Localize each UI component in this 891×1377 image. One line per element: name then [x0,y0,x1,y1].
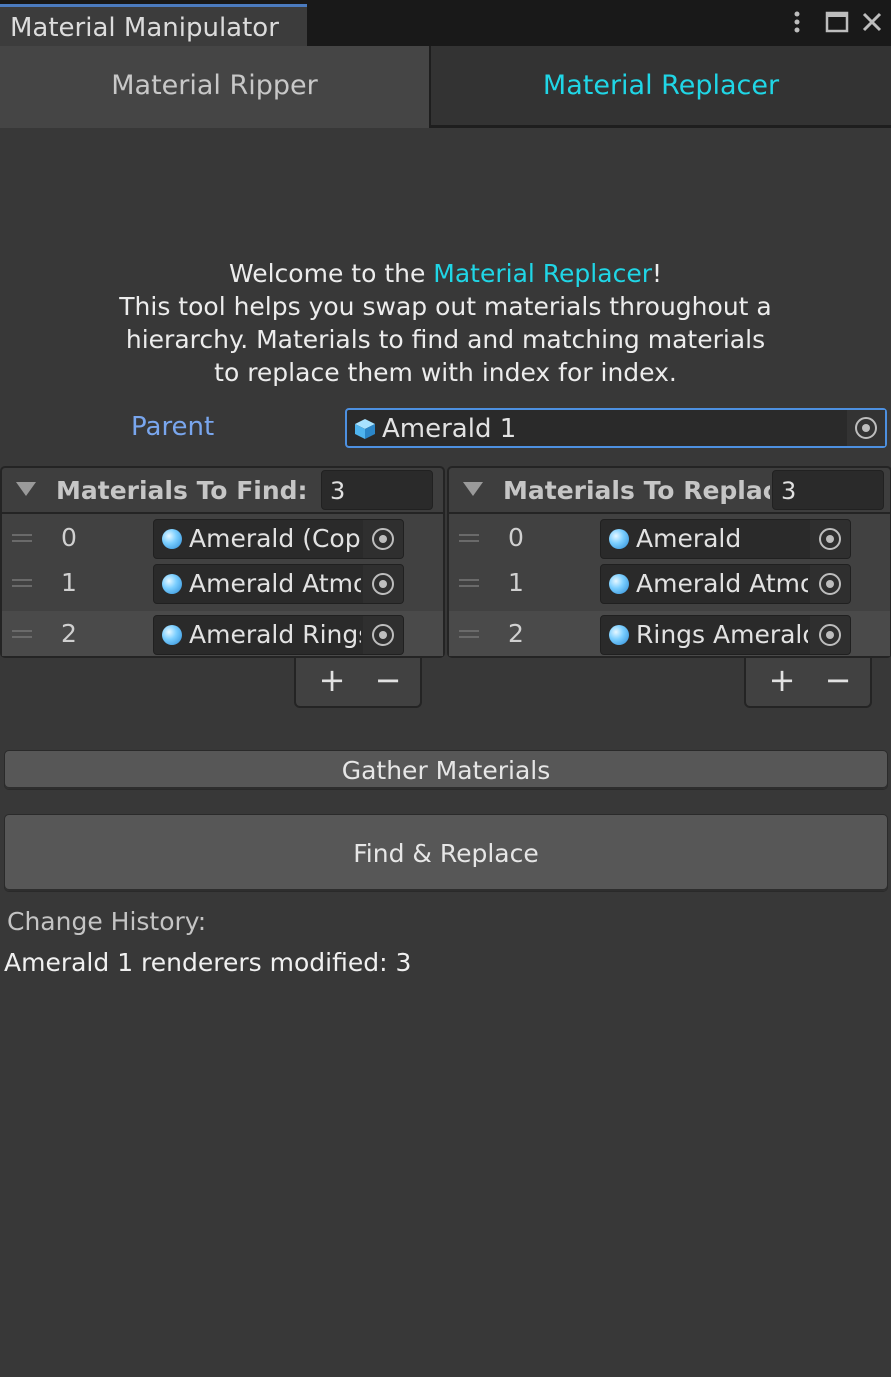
row-index: 0 [61,523,77,552]
object-picker-button[interactable] [810,616,850,654]
object-picker-button[interactable] [810,565,850,603]
material-name: Amerald Rings [189,620,361,649]
welcome-text: Welcome to the Material Replacer! This t… [0,257,891,389]
welcome-line: hierarchy. Materials to find and matchin… [125,325,766,354]
change-history-label: Change History: [7,907,207,936]
material-field[interactable]: Amerald [600,519,851,559]
target-icon [372,573,394,595]
parent-value: Amerald 1 [382,414,517,444]
material-name: Amerald (Cop [189,524,361,553]
object-picker-button[interactable] [363,520,403,558]
list-size-field[interactable]: 3 [772,470,884,510]
target-icon [819,624,841,646]
parent-object-field[interactable]: Amerald 1 [345,408,887,448]
list-row: 0 Amerald [449,515,890,560]
add-item-button[interactable]: + [312,663,352,697]
welcome-line: This tool helps you swap out materials t… [119,292,772,321]
drag-handle-icon[interactable] [459,534,479,542]
list-row: 0 Amerald (Cop [2,515,443,560]
maximize-icon[interactable] [823,8,851,36]
object-picker-button[interactable] [846,410,885,446]
material-field[interactable]: Rings Amerald [600,615,851,655]
tab-material-replacer[interactable]: Material Replacer [429,46,891,128]
list-body: 0 Amerald (Cop 1 Amerald Atmo 2 Amerald … [0,514,445,658]
row-index: 1 [508,568,524,597]
list-size-value: 3 [781,477,797,505]
material-sphere-icon [162,625,182,645]
tab-label: Material Ripper [111,70,318,101]
target-icon [819,573,841,595]
row-index: 2 [61,619,77,648]
foldout-arrow-icon[interactable] [463,482,483,496]
list-size-field[interactable]: 3 [321,470,433,510]
history-entry: Amerald 1 renderers modified: 3 [4,948,412,977]
find-replace-button[interactable]: Find & Replace [4,814,888,892]
list-header[interactable]: Materials To Replace: 3 [447,466,891,514]
drag-handle-icon[interactable] [12,579,32,587]
list-size-value: 3 [330,477,346,505]
list-row: 2 Rings Amerald [449,611,890,656]
window-title: Material Manipulator [10,13,279,43]
material-sphere-icon [609,529,629,549]
parent-label: Parent [131,412,215,442]
list-header[interactable]: Materials To Find: 3 [0,466,445,514]
target-icon [819,528,841,550]
close-icon[interactable] [858,8,886,36]
gameobject-cube-icon [353,417,377,445]
object-picker-button[interactable] [810,520,850,558]
material-field[interactable]: Amerald (Cop [153,519,404,559]
material-name: Rings Amerald [636,620,808,649]
more-options-icon[interactable] [783,8,811,36]
material-field[interactable]: Amerald Rings [153,615,404,655]
gather-materials-button[interactable]: Gather Materials [4,750,888,790]
list-row: 1 Amerald Atmo [449,560,890,605]
list-row: 2 Amerald Rings [2,611,443,656]
row-index: 1 [61,568,77,597]
row-index: 2 [508,619,524,648]
material-sphere-icon [162,574,182,594]
material-name: Amerald Atmo [636,569,808,598]
drag-handle-icon[interactable] [459,579,479,587]
remove-item-button[interactable]: − [368,663,408,697]
list-row: 1 Amerald Atmo [2,560,443,605]
window-tab[interactable]: Material Manipulator [0,4,307,46]
object-picker-button[interactable] [363,616,403,654]
target-icon [372,624,394,646]
list-title: Materials To Find: [56,476,308,505]
material-sphere-icon [162,529,182,549]
material-field[interactable]: Amerald Atmo [600,564,851,604]
remove-item-button[interactable]: − [818,663,858,697]
tab-bar: Material Ripper Material Replacer [0,46,891,128]
material-sphere-icon [609,574,629,594]
list-title: Materials To Replace: [503,476,770,505]
welcome-highlight: Material Replacer [433,259,652,288]
material-name: Amerald Atmo [189,569,361,598]
welcome-line: to replace them with index for index. [214,358,677,387]
drag-handle-icon[interactable] [12,630,32,638]
row-index: 0 [508,523,524,552]
target-icon [855,417,877,439]
welcome-suffix: ! [651,259,663,288]
tab-material-ripper[interactable]: Material Ripper [0,46,429,128]
foldout-arrow-icon[interactable] [16,482,36,496]
material-name: Amerald [636,524,742,553]
list-body: 0 Amerald 1 Amerald Atmo 2 Rings Amerald [447,514,891,658]
target-icon [372,528,394,550]
drag-handle-icon[interactable] [12,534,32,542]
material-sphere-icon [609,625,629,645]
welcome-prefix: Welcome to the [228,259,434,288]
add-item-button[interactable]: + [762,663,802,697]
tab-label: Material Replacer [542,70,780,101]
material-field[interactable]: Amerald Atmo [153,564,404,604]
list-footer: + − [294,658,422,708]
list-footer: + − [744,658,872,708]
drag-handle-icon[interactable] [459,630,479,638]
window-titlebar: Material Manipulator [0,0,891,46]
object-picker-button[interactable] [363,565,403,603]
